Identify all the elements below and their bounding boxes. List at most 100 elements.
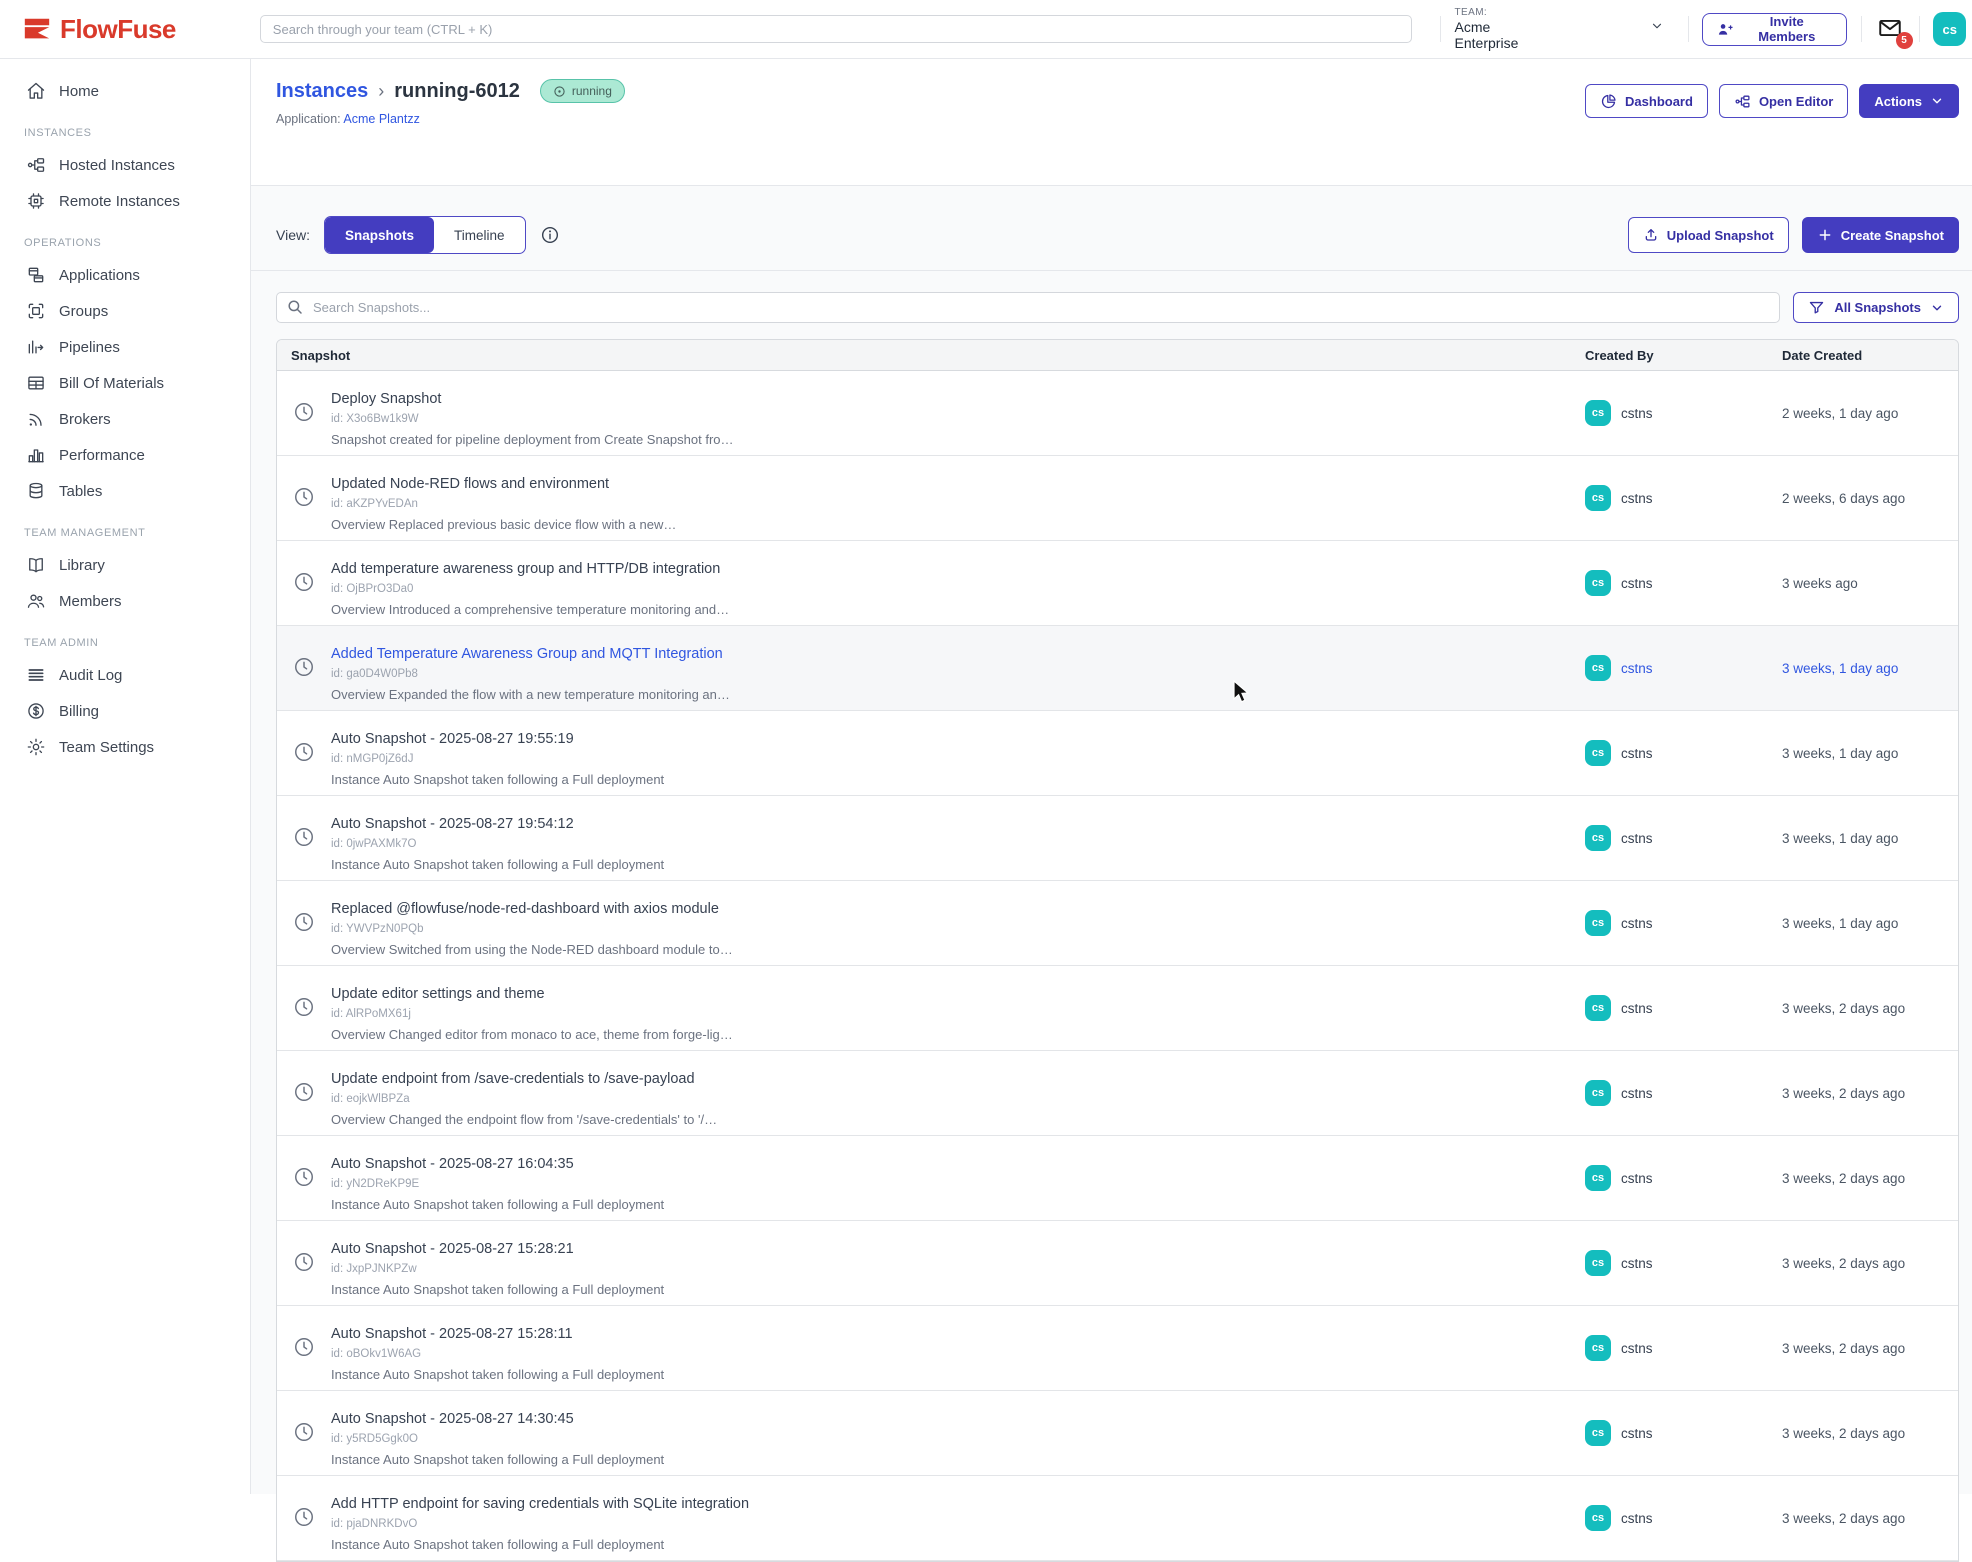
snapshot-title[interactable]: Auto Snapshot - 2025-08-27 15:28:11 — [331, 1326, 664, 1342]
table-row[interactable]: Auto Snapshot - 2025-08-27 15:28:11 id: … — [277, 1306, 1958, 1391]
snapshots-table: Snapshot Created By Date Created Deploy … — [276, 339, 1959, 1562]
snapshot-title[interactable]: Updated Node-RED flows and environment — [331, 476, 676, 492]
table-row[interactable]: Update endpoint from /save-credentials t… — [277, 1051, 1958, 1136]
sidebar-item-label: Brokers — [59, 411, 111, 428]
snapshot-title[interactable]: Auto Snapshot - 2025-08-27 14:30:45 — [331, 1411, 664, 1427]
info-icon[interactable] — [540, 225, 560, 245]
snapshot-id: id: YWVPzN0PQb — [331, 923, 733, 935]
snapshot-title[interactable]: Auto Snapshot - 2025-08-27 16:04:35 — [331, 1156, 664, 1172]
sidebar-item-label: Library — [59, 557, 105, 574]
table-row[interactable]: Auto Snapshot - 2025-08-27 16:04:35 id: … — [277, 1136, 1958, 1221]
sidebar-item-home[interactable]: Home — [26, 73, 250, 109]
create-snapshot-button[interactable]: Create Snapshot — [1802, 217, 1959, 253]
snapshot-search-input[interactable] — [276, 292, 1780, 323]
upload-snapshot-button[interactable]: Upload Snapshot — [1628, 217, 1789, 253]
table-row[interactable]: Add temperature awareness group and HTTP… — [277, 541, 1958, 626]
snapshot-title[interactable]: Added Temperature Awareness Group and MQ… — [331, 646, 730, 662]
table-row[interactable]: Deploy Snapshot id: X3o6Bw1k9W Snapshot … — [277, 371, 1958, 456]
sidebar-item-pipelines[interactable]: Pipelines — [26, 329, 250, 365]
snapshot-description: Overview Replaced previous basic device … — [331, 517, 676, 532]
sidebar-item-groups[interactable]: Groups — [26, 293, 250, 329]
bill-of-materials-icon — [26, 373, 46, 393]
snapshot-description: Instance Auto Snapshot taken following a… — [331, 1197, 664, 1212]
user-avatar[interactable]: cs — [1933, 12, 1966, 46]
creator-name: cstns — [1621, 1086, 1653, 1101]
sidebar-item-brokers[interactable]: Brokers — [26, 401, 250, 437]
column-created-by: Created By — [1585, 348, 1782, 363]
open-editor-button[interactable]: Open Editor — [1719, 84, 1848, 118]
chevron-down-icon[interactable] — [1650, 19, 1664, 33]
column-date-created: Date Created — [1782, 348, 1958, 363]
snapshot-title[interactable]: Deploy Snapshot — [331, 391, 734, 407]
divider — [1688, 16, 1689, 42]
chevron-down-icon — [1930, 94, 1944, 108]
snapshot-title[interactable]: Add HTTP endpoint for saving credentials… — [331, 1496, 749, 1512]
creator-avatar: cs — [1585, 1080, 1611, 1106]
notifications-mail-button[interactable]: 5 — [1876, 15, 1905, 43]
snapshot-title[interactable]: Auto Snapshot - 2025-08-27 19:54:12 — [331, 816, 664, 832]
team-selector[interactable]: TEAM: Acme Enterprise — [1455, 7, 1554, 51]
creator-avatar: cs — [1585, 570, 1611, 596]
snapshots-toggle[interactable]: Snapshots — [325, 217, 434, 253]
sidebar-item-hosted-instances[interactable]: Hosted Instances — [26, 147, 250, 183]
sidebar-item-library[interactable]: Library — [26, 547, 250, 583]
snapshot-id: id: pjaDNRKDvO — [331, 1518, 749, 1530]
dashboard-button[interactable]: Dashboard — [1585, 84, 1708, 118]
snapshot-title[interactable]: Auto Snapshot - 2025-08-27 19:55:19 — [331, 731, 664, 747]
sidebar-item-applications[interactable]: Applications — [26, 257, 250, 293]
date-created-cell: 3 weeks, 1 day ago — [1782, 661, 1958, 676]
table-row[interactable]: Auto Snapshot - 2025-08-27 19:55:19 id: … — [277, 711, 1958, 796]
creator-avatar: cs — [1585, 400, 1611, 426]
sidebar-item-audit-log[interactable]: Audit Log — [26, 657, 250, 693]
snapshot-title[interactable]: Add temperature awareness group and HTTP… — [331, 561, 729, 577]
snapshot-title[interactable]: Auto Snapshot - 2025-08-27 15:28:21 — [331, 1241, 664, 1257]
table-row[interactable]: Replaced @flowfuse/node-red-dashboard wi… — [277, 881, 1958, 966]
application-link[interactable]: Acme Plantzz — [343, 112, 419, 126]
sidebar-item-remote-instances[interactable]: Remote Instances — [26, 183, 250, 219]
clock-icon — [293, 401, 315, 423]
top-bar-right: TEAM: Acme Enterprise Invite Members 5 c… — [1426, 7, 1972, 51]
sidebar-item-performance[interactable]: Performance — [26, 437, 250, 473]
invite-members-button[interactable]: Invite Members — [1702, 13, 1846, 46]
library-icon — [26, 555, 46, 575]
snapshot-title[interactable]: Update endpoint from /save-credentials t… — [331, 1071, 717, 1087]
sidebar-item-label: Performance — [59, 447, 145, 464]
snapshot-title[interactable]: Replaced @flowfuse/node-red-dashboard wi… — [331, 901, 733, 917]
open-editor-icon — [1734, 93, 1751, 110]
table-row[interactable]: Update editor settings and theme id: AlR… — [277, 966, 1958, 1051]
sidebar-item-team-settings[interactable]: Team Settings — [26, 729, 250, 765]
divider — [251, 270, 1972, 271]
all-snapshots-label: All Snapshots — [1834, 300, 1921, 315]
column-snapshot: Snapshot — [277, 348, 1585, 363]
table-row[interactable]: Auto Snapshot - 2025-08-27 15:28:21 id: … — [277, 1221, 1958, 1306]
creator-name: cstns — [1621, 746, 1653, 761]
groups-icon — [26, 301, 46, 321]
table-row[interactable]: Add HTTP endpoint for saving credentials… — [277, 1476, 1958, 1561]
breadcrumb-instances-link[interactable]: Instances — [276, 80, 368, 103]
actions-button[interactable]: Actions — [1859, 84, 1959, 118]
snapshot-title[interactable]: Update editor settings and theme — [331, 986, 733, 1002]
created-by-cell: cs cstns — [1585, 1250, 1782, 1276]
sidebar-item-label: Applications — [59, 267, 140, 284]
notification-count-badge: 5 — [1896, 32, 1913, 49]
snapshot-id: id: oBOkv1W6AG — [331, 1348, 664, 1360]
table-row[interactable]: Updated Node-RED flows and environment i… — [277, 456, 1958, 541]
all-snapshots-filter[interactable]: All Snapshots — [1793, 292, 1959, 323]
flowfuse-flag-icon — [22, 14, 52, 44]
flowfuse-logo[interactable]: FlowFuse — [0, 14, 246, 45]
clock-icon — [293, 911, 315, 933]
sidebar-item-members[interactable]: Members — [26, 583, 250, 619]
upload-icon — [1643, 227, 1659, 243]
sidebar-item-tables[interactable]: Tables — [26, 473, 250, 509]
global-search-input[interactable] — [260, 15, 1412, 43]
table-row[interactable]: Auto Snapshot - 2025-08-27 19:54:12 id: … — [277, 796, 1958, 881]
table-row[interactable]: Added Temperature Awareness Group and MQ… — [277, 626, 1958, 711]
snapshot-description: Instance Auto Snapshot taken following a… — [331, 1367, 664, 1382]
sidebar-item-billing[interactable]: Billing — [26, 693, 250, 729]
sidebar-item-bill-of-materials[interactable]: Bill Of Materials — [26, 365, 250, 401]
creator-name: cstns — [1621, 1511, 1653, 1526]
snapshot-description: Instance Auto Snapshot taken following a… — [331, 1537, 749, 1552]
table-row[interactable]: Auto Snapshot - 2025-08-27 14:30:45 id: … — [277, 1391, 1958, 1476]
snapshot-id: id: y5RD5Ggk0O — [331, 1433, 664, 1445]
timeline-toggle[interactable]: Timeline — [434, 217, 525, 253]
